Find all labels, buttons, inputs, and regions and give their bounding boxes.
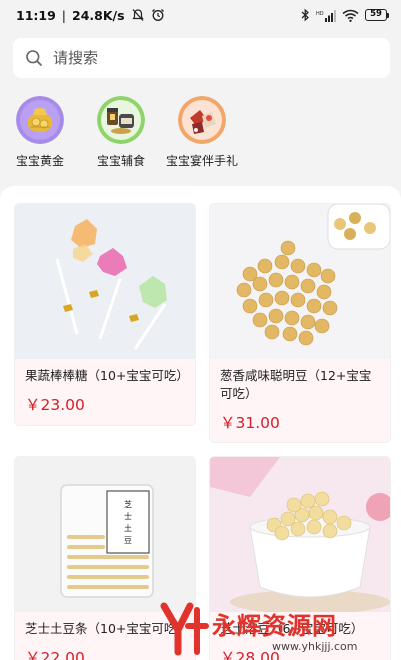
product-card[interactable]: 葱香咸味聪明豆（12+宝宝可吃） ￥31.00 (210, 204, 390, 442)
category-baby-food[interactable]: 宝宝辅食 (93, 96, 149, 169)
alarm-icon (151, 8, 165, 22)
cookie-beans-image (210, 204, 390, 359)
category-label: 宝宝黄金 (15, 154, 64, 168)
search-icon (25, 49, 43, 67)
svg-text:豆: 豆 (124, 536, 132, 545)
gold-coin-icon (16, 96, 64, 144)
signal-icon: HD (316, 9, 336, 22)
mute-icon (131, 8, 145, 22)
product-title: 葱香咸味聪明豆（12+宝宝可吃） (220, 368, 372, 401)
product-title: 果蔬棒棒糖（10+宝宝可吃） (25, 368, 189, 383)
svg-text:土: 土 (124, 523, 132, 533)
watermark-url: www.yhkjjj.com (272, 640, 358, 653)
product-price: ￥23.00 (25, 396, 85, 414)
bluetooth-icon (301, 8, 310, 22)
lollipop-image (15, 204, 195, 359)
search-bar[interactable] (13, 38, 390, 78)
battery-level: 59 (365, 9, 387, 21)
category-gold[interactable]: 宝宝黄金 (12, 96, 68, 169)
baby-food-icon (97, 96, 145, 144)
gift-icon (178, 96, 226, 144)
wifi-icon (342, 9, 359, 22)
battery-icon: 59 (365, 9, 389, 21)
watermark: 永辉资源网 www.yhkjjj.com (160, 596, 401, 660)
category-row: 宝宝黄金 宝宝辅食 宝宝宴伴手礼 (0, 96, 401, 176)
category-label: 宝宝宴伴手礼 (165, 154, 238, 168)
potato-sticks-image: 芝 士 土 豆 (15, 457, 195, 612)
status-time: 11:19 (16, 7, 56, 23)
watermark-logo-icon (160, 602, 209, 656)
product-price: ￥31.00 (220, 414, 280, 432)
product-grid: 果蔬棒棒糖（10+宝宝可吃） ￥23.00 葱香咸味聪明豆（12+宝宝可吃） ￥… (0, 186, 401, 660)
search-input[interactable] (53, 49, 353, 67)
watermark-text: 永辉资源网 (212, 612, 337, 640)
network-speed: 24.8K/s (72, 7, 125, 23)
svg-text:HD: HD (316, 11, 324, 17)
svg-text:芝: 芝 (124, 499, 132, 509)
category-gift[interactable]: 宝宝宴伴手礼 (160, 96, 244, 169)
svg-text:士: 士 (124, 511, 132, 521)
category-label: 宝宝辅食 (96, 154, 145, 168)
melt-beans-image (210, 457, 390, 612)
product-card[interactable]: 果蔬棒棒糖（10+宝宝可吃） ￥23.00 (15, 204, 195, 425)
status-bar: 11:19 | 24.8K/s HD 59 (0, 0, 401, 30)
